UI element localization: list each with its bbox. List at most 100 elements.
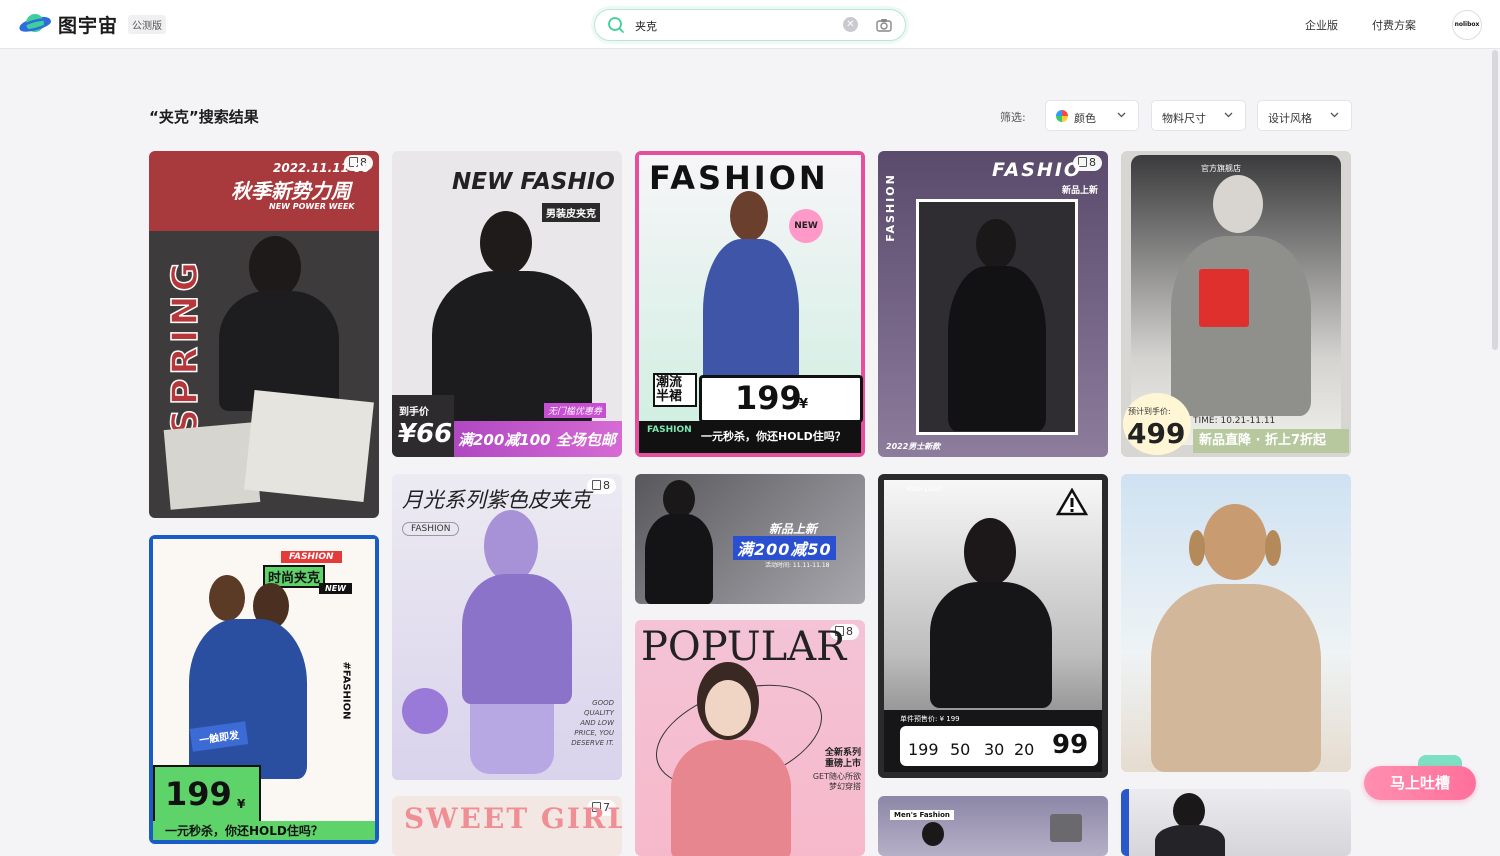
card-price: 99 xyxy=(1052,730,1089,760)
card-price: 199 xyxy=(165,775,232,813)
card-text: 新品上新 xyxy=(1062,186,1099,196)
model-image xyxy=(1155,825,1225,856)
result-card[interactable]: FASHION NEW 潮流半裙 199 ¥ FASHION 一元秒杀，你还HO… xyxy=(635,151,865,457)
result-card[interactable] xyxy=(1121,474,1351,772)
card-text: 单件预售价: ¥ 199 xyxy=(900,715,960,723)
card-price: 199 xyxy=(735,379,802,417)
chevron-down-icon xyxy=(1117,112,1126,118)
beta-badge: 公测版 xyxy=(128,14,167,34)
avatar[interactable]: nolibox xyxy=(1452,10,1482,40)
model-image xyxy=(1189,530,1205,566)
result-card[interactable]: 8 POPULAR 全新系列重磅上市 GET随心所欲梦幻穿搭 xyxy=(635,620,865,856)
card-text: GET随心所欲梦幻穿搭 xyxy=(812,772,861,791)
card-text: 30 xyxy=(984,740,1005,759)
model-image xyxy=(705,680,751,736)
model-image xyxy=(976,219,1016,269)
card-text: 2022.11.11 00 xyxy=(273,161,370,175)
filter-size-label: 物料尺寸 xyxy=(1162,112,1206,125)
card-text: FASHION xyxy=(281,551,342,563)
filter-label: 筛选: xyxy=(1000,111,1026,124)
chevron-down-icon xyxy=(1330,112,1339,118)
card-title: POPULAR xyxy=(641,624,847,670)
card-price: 499 xyxy=(1127,417,1186,450)
model-image xyxy=(930,582,1052,708)
card-text: NEW xyxy=(319,583,352,594)
search-icon[interactable] xyxy=(607,16,625,34)
card-text: 新品直降 · 折上7折起 xyxy=(1193,429,1349,453)
nav-pricing[interactable]: 付费方案 xyxy=(1372,17,1416,33)
model-image xyxy=(1213,175,1263,233)
card-text: Men's Fashion xyxy=(890,810,954,820)
result-card[interactable] xyxy=(1121,789,1351,856)
card-text: FASHION xyxy=(647,425,692,435)
result-card[interactable]: FASHION 时尚夹克 NEW #FASHION 一触即发 199 ¥ 一元秒… xyxy=(149,535,379,844)
top-header: 图宇宙 公测版 ✕ 企业版 付费方案 nolibox xyxy=(0,0,1500,49)
model-image xyxy=(480,211,532,275)
card-text: 潮流半裙 xyxy=(653,373,697,407)
page-title: “夹克”搜索结果 xyxy=(149,108,259,126)
card-price: ¥66 xyxy=(398,419,453,449)
card-text: 一元秒杀，你还HOLD住吗？ xyxy=(165,824,323,838)
result-card[interactable]: YOUR LOGO 单件预售价: ¥ 199 199 50 30 20 99 xyxy=(878,474,1108,778)
model-image xyxy=(663,480,695,518)
card-title: SWEET GIRL xyxy=(404,802,622,835)
model-image xyxy=(671,740,791,856)
model-image xyxy=(249,236,301,298)
card-text: 新品上新 xyxy=(769,522,818,536)
feedback-button[interactable]: 马上吐槽 xyxy=(1364,766,1476,800)
model-image xyxy=(189,619,307,779)
card-title: 秋季新势力周 xyxy=(231,179,351,203)
decor-circle xyxy=(402,688,448,734)
card-text: 官方旗舰店 xyxy=(1201,164,1241,173)
warning-icon xyxy=(1056,488,1088,516)
model-image xyxy=(1203,504,1267,580)
product-image xyxy=(1199,269,1249,327)
card-text: NEW POWER WEEK xyxy=(269,202,355,211)
model-image xyxy=(730,191,768,241)
color-wheel-icon xyxy=(1056,110,1068,122)
filter-style[interactable]: 设计风格 xyxy=(1257,100,1352,131)
result-card[interactable]: 8 月光系列紫色皮夹克 FASHION GOOD QUALITY AND LOW… xyxy=(392,474,622,780)
accent-bar xyxy=(1121,789,1129,856)
card-text: 满200减100 全场包邮 xyxy=(458,431,616,449)
card-text: 50 xyxy=(950,740,971,759)
chevron-down-icon xyxy=(1224,112,1233,118)
result-card[interactable]: NEW FASHIO 男装皮夹克 到手价 ¥66 无门槛优惠券 满200减100… xyxy=(392,151,622,457)
result-card[interactable]: Men's Fashion xyxy=(878,796,1108,856)
model-image xyxy=(1151,584,1321,772)
card-text: ¥ xyxy=(799,397,809,412)
result-card[interactable]: 8 2022.11.11 00 秋季新势力周 NEW POWER WEEK SP… xyxy=(149,151,379,518)
planet-logo-icon xyxy=(19,14,52,32)
card-text: 一元秒杀，你还HOLD住吗？ xyxy=(701,430,846,443)
card-text: 全新系列重磅上市 xyxy=(825,748,862,769)
result-card[interactable]: 官方旗舰店 预计到手价: 499 TIME: 10.21-11.11 新品直降 … xyxy=(1121,151,1351,457)
result-card[interactable]: 8 FASHION FASHIO 新品上新 2022男士新款 xyxy=(878,151,1108,457)
filter-color[interactable]: 颜色 xyxy=(1045,100,1139,131)
camera-icon[interactable] xyxy=(875,16,893,34)
card-text: FASHION xyxy=(402,522,460,536)
card-text: TIME: 10.21-11.11 xyxy=(1193,416,1276,426)
model-image xyxy=(470,704,554,774)
card-text: 无门槛优惠券 xyxy=(544,403,607,418)
search-input[interactable] xyxy=(633,15,837,37)
result-card[interactable]: 7 SWEET GIRL xyxy=(392,796,622,856)
card-text: 到手价 xyxy=(399,407,429,418)
card-title: FASHION xyxy=(649,159,829,197)
photo-image xyxy=(244,390,374,502)
logo[interactable]: 图宇宙 公测版 xyxy=(18,10,167,38)
filter-color-label: 颜色 xyxy=(1074,112,1096,125)
tv-image xyxy=(1050,814,1082,842)
scrollbar[interactable] xyxy=(1492,50,1498,350)
card-text: YOUR LOGO xyxy=(906,486,942,493)
result-card[interactable]: 新品上新 满200减50 活动时间: 11.11-11.18 xyxy=(635,474,865,604)
page-count-badge: 8 xyxy=(587,478,616,494)
card-title: 满200减50 xyxy=(733,536,836,560)
nav-enterprise[interactable]: 企业版 xyxy=(1305,17,1338,33)
filter-size[interactable]: 物料尺寸 xyxy=(1151,100,1246,131)
card-text: SPRING xyxy=(164,257,207,436)
clear-icon[interactable]: ✕ xyxy=(843,17,858,32)
card-text: 男装皮夹克 xyxy=(542,203,600,222)
logo-text: 图宇宙 xyxy=(58,14,119,37)
model-image xyxy=(948,266,1046,431)
card-text: #FASHION xyxy=(340,661,352,720)
